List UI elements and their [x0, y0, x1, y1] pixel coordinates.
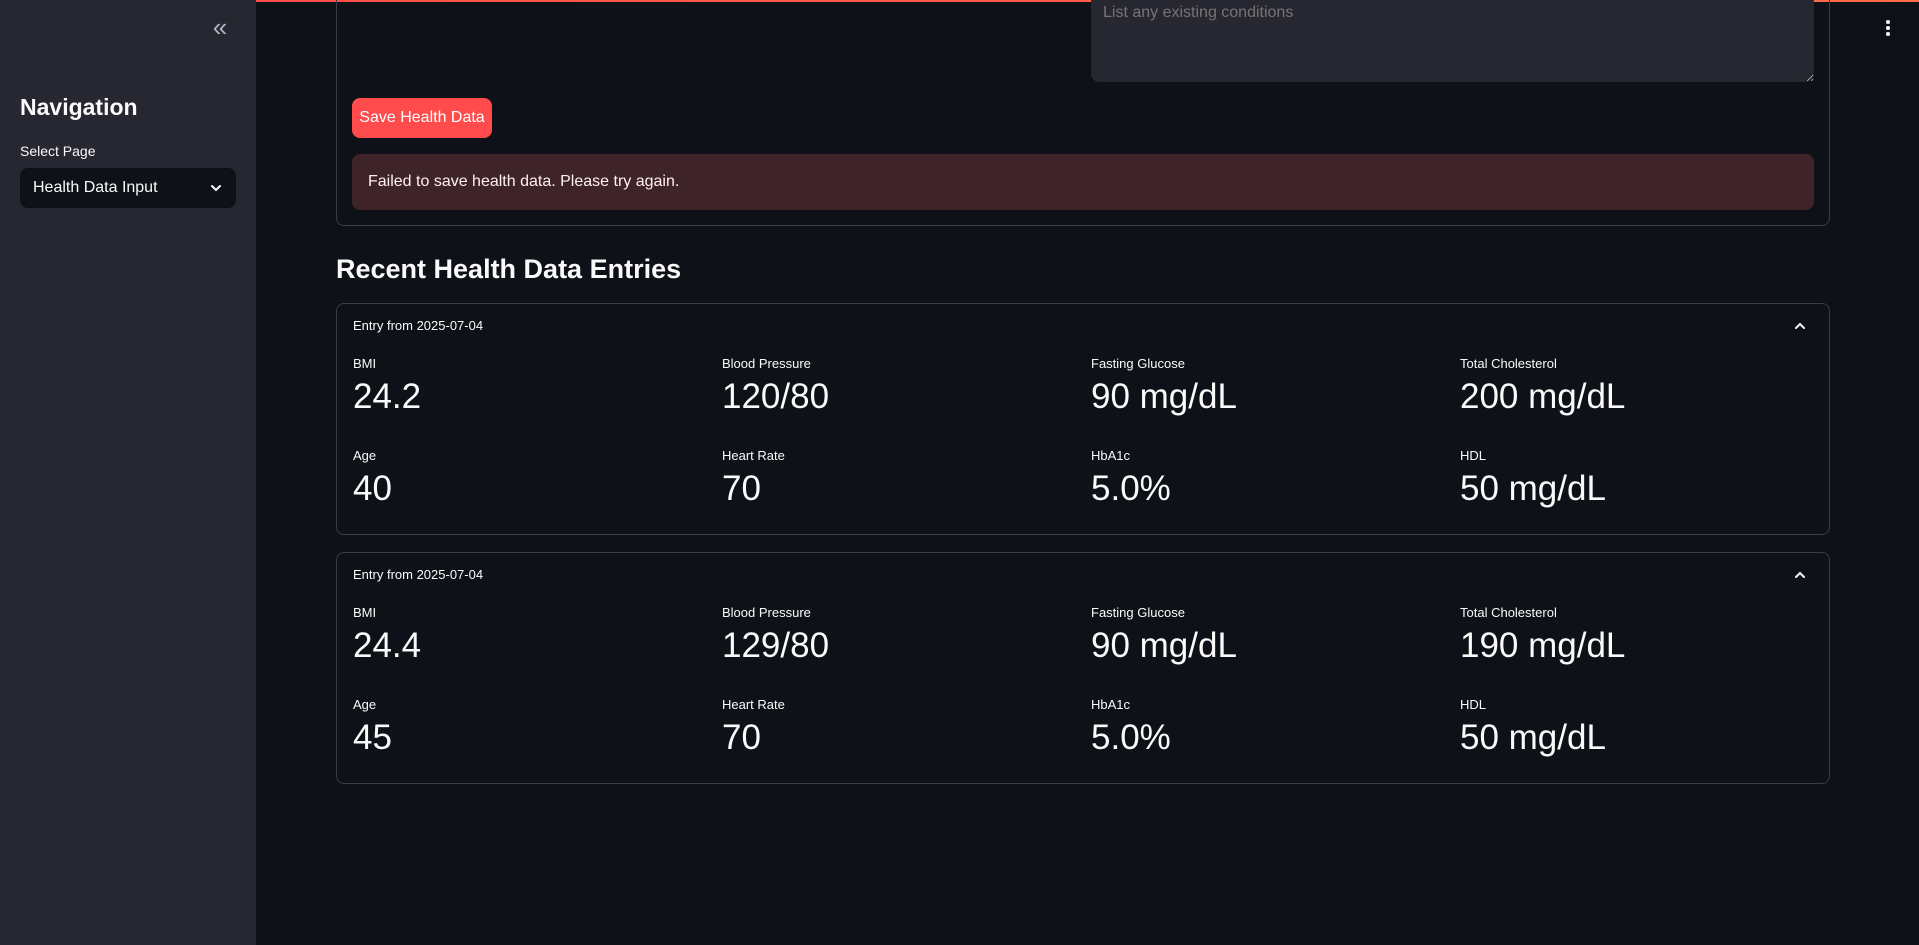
- section-title: Recent Health Data Entries: [336, 254, 682, 284]
- sidebar: « Navigation Select Page Health Data Inp…: [0, 0, 256, 945]
- metric-value: 200 mg/dL: [1460, 377, 1626, 416]
- select-page-dropdown[interactable]: Health Data Input: [20, 168, 236, 208]
- metric-label: Heart Rate: [722, 448, 785, 463]
- save-health-data-button[interactable]: Save Health Data: [352, 98, 492, 138]
- metric-label: HbA1c: [1091, 697, 1131, 712]
- metric-label: Fasting Glucose: [1091, 356, 1185, 371]
- metric-label: Total Cholesterol: [1460, 605, 1557, 620]
- entry-expander: Entry from 2025-07-04 BMI 24.4 Blood Pre…: [336, 552, 1830, 784]
- metric-hdl: HDL 50 mg/dL: [1460, 697, 1800, 758]
- metric-label: HbA1c: [1091, 448, 1131, 463]
- metric-value: 50 mg/dL: [1460, 718, 1606, 757]
- metric-value: 90 mg/dL: [1091, 626, 1237, 665]
- metric-label: Age: [353, 448, 377, 463]
- metric-value: 24.2: [353, 377, 422, 416]
- metric-label: Total Cholesterol: [1460, 356, 1557, 371]
- selected-page-value: Health Data Input: [33, 179, 158, 196]
- sidebar-title: Navigation: [20, 94, 138, 120]
- metric-value: 70: [722, 718, 761, 757]
- metric-value: 24.4: [353, 626, 422, 665]
- metric-value: 5.0%: [1091, 469, 1171, 508]
- metric-label: BMI: [353, 605, 377, 620]
- metric-blood-pressure: Blood Pressure 120/80: [722, 356, 1062, 417]
- metric-label: Fasting Glucose: [1091, 605, 1185, 620]
- main-menu-icon[interactable]: [1878, 18, 1898, 40]
- metric-total-cholesterol: Total Cholesterol 200 mg/dL: [1460, 356, 1800, 417]
- metric-age: Age 45: [353, 697, 693, 758]
- metric-total-cholesterol: Total Cholesterol 190 mg/dL: [1460, 605, 1800, 666]
- chevron-up-icon[interactable]: [1793, 568, 1807, 582]
- metric-value: 190 mg/dL: [1460, 626, 1626, 665]
- collapse-sidebar-icon[interactable]: «: [208, 14, 232, 40]
- metric-age: Age 40: [353, 448, 693, 509]
- metric-value: 50 mg/dL: [1460, 469, 1606, 508]
- chevron-down-icon: [211, 185, 221, 192]
- entry-header[interactable]: Entry from 2025-07-04: [353, 567, 483, 582]
- error-message: Failed to save health data. Please try a…: [368, 173, 680, 190]
- metric-hdl: HDL 50 mg/dL: [1460, 448, 1800, 509]
- metric-value: 120/80: [722, 377, 830, 416]
- metric-label: HDL: [1460, 697, 1487, 712]
- metric-hba1c: HbA1c 5.0%: [1091, 448, 1431, 509]
- existing-conditions-textarea[interactable]: [1091, 0, 1814, 82]
- metric-bmi: BMI 24.4: [353, 605, 693, 666]
- metric-fasting-glucose: Fasting Glucose 90 mg/dL: [1091, 356, 1431, 417]
- select-page-label: Select Page: [20, 143, 96, 159]
- metric-bmi: BMI 24.2: [353, 356, 693, 417]
- metric-value: 5.0%: [1091, 718, 1171, 757]
- metric-label: Age: [353, 697, 377, 712]
- metric-fasting-glucose: Fasting Glucose 90 mg/dL: [1091, 605, 1431, 666]
- metric-hba1c: HbA1c 5.0%: [1091, 697, 1431, 758]
- metric-label: Heart Rate: [722, 697, 785, 712]
- metric-value: 40: [353, 469, 392, 508]
- error-alert: Failed to save health data. Please try a…: [352, 154, 1814, 210]
- metric-value: 70: [722, 469, 761, 508]
- metric-value: 129/80: [722, 626, 830, 665]
- metric-label: BMI: [353, 356, 377, 371]
- metric-label: Blood Pressure: [722, 356, 811, 371]
- metric-label: HDL: [1460, 448, 1487, 463]
- metric-heart-rate: Heart Rate 70: [722, 448, 1062, 509]
- metric-blood-pressure: Blood Pressure 129/80: [722, 605, 1062, 666]
- metric-value: 45: [353, 718, 392, 757]
- metric-value: 90 mg/dL: [1091, 377, 1237, 416]
- entry-header[interactable]: Entry from 2025-07-04: [353, 318, 483, 333]
- metric-heart-rate: Heart Rate 70: [722, 697, 1062, 758]
- entry-expander: Entry from 2025-07-04 BMI 24.2 Blood Pre…: [336, 303, 1830, 535]
- metric-label: Blood Pressure: [722, 605, 811, 620]
- chevron-up-icon[interactable]: [1793, 319, 1807, 333]
